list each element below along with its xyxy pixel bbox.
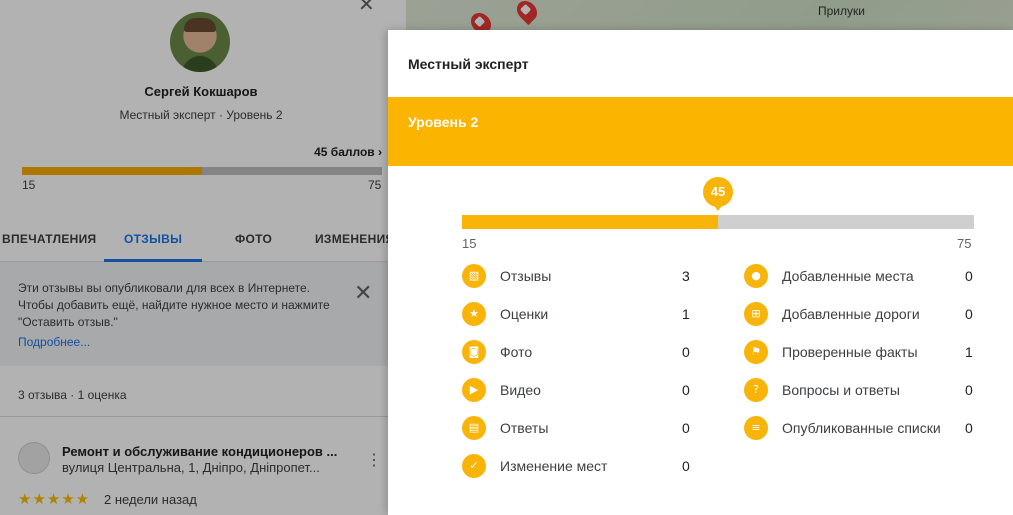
stat-label: Видео <box>500 382 541 398</box>
stat-value: 0 <box>965 268 973 284</box>
stat-value: 0 <box>682 344 690 360</box>
stat-label: Вопросы и ответы <box>782 382 900 398</box>
review-icon: ▧ <box>462 264 486 288</box>
stat-label: Проверенные факты <box>782 344 918 360</box>
points-bubble: 45 <box>703 177 733 211</box>
place-pin-icon: ● <box>744 264 768 288</box>
camera-icon: ◙ <box>462 340 486 364</box>
stat-value: 0 <box>965 420 973 436</box>
star-icon: ★ <box>462 302 486 326</box>
progress-range-max: 75 <box>957 236 972 251</box>
stat-label: Изменение мест <box>500 458 608 474</box>
progress-range-min: 15 <box>462 236 477 251</box>
stat-label: Добавленные места <box>782 268 914 284</box>
stat-label: Отзывы <box>500 268 552 284</box>
answer-icon: ▤ <box>462 416 486 440</box>
stat-label: Добавленные дороги <box>782 306 920 322</box>
list-icon: ≡ <box>744 416 768 440</box>
level-label: Уровень 2 <box>408 114 479 130</box>
stat-value: 0 <box>682 420 690 436</box>
level-progress-bar <box>462 215 974 229</box>
dialog-title: Местный эксперт <box>408 56 529 72</box>
stat-value: 3 <box>682 268 690 284</box>
local-guide-dialog: Местный эксперт Уровень 2 45 15 75 ▧ Отз… <box>388 30 1013 515</box>
road-icon: ⊞ <box>744 302 768 326</box>
stat-value: 1 <box>682 306 690 322</box>
edit-place-icon: ✓ <box>462 454 486 478</box>
stat-label: Ответы <box>500 420 549 436</box>
stat-value: 0 <box>682 382 690 398</box>
stat-value: 0 <box>965 306 973 322</box>
video-icon: ▶ <box>462 378 486 402</box>
stat-value: 0 <box>965 382 973 398</box>
stat-label: Фото <box>500 344 533 360</box>
stat-value: 1 <box>965 344 973 360</box>
level-progress-fill <box>462 215 718 229</box>
stat-label: Оценки <box>500 306 549 322</box>
flag-icon: ⚑ <box>744 340 768 364</box>
level-banner: Уровень 2 <box>388 97 1013 166</box>
stat-label: Опубликованные списки <box>782 420 941 436</box>
qa-icon: ? <box>744 378 768 402</box>
stat-value: 0 <box>682 458 690 474</box>
